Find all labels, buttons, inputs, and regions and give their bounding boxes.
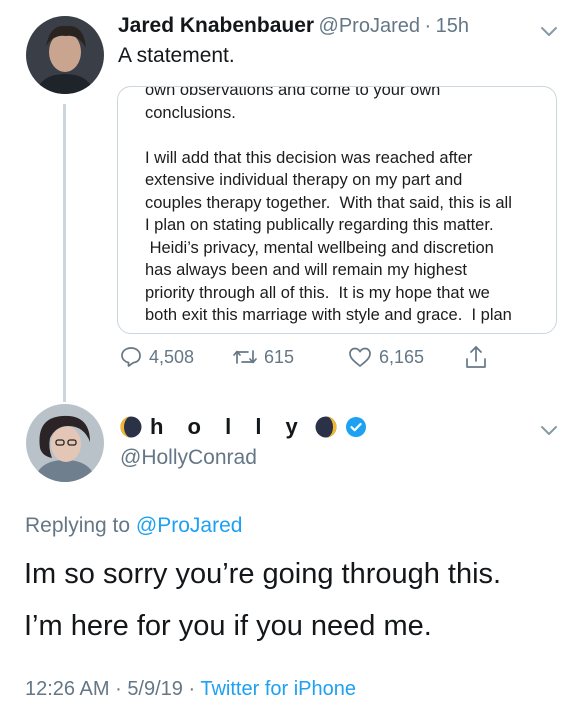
moon-emoji-icon: [315, 416, 337, 438]
tweet-text: A statement.: [118, 44, 235, 67]
replying-handle-link[interactable]: @ProJared: [136, 514, 243, 537]
retweet-count: 615: [264, 346, 295, 367]
attached-image[interactable]: own observations and come to your own co…: [117, 86, 557, 334]
retweet-button[interactable]: 615: [232, 345, 294, 369]
tweet-date[interactable]: 5/9/19: [127, 678, 183, 700]
like-count: 6,165: [379, 346, 425, 367]
share-button[interactable]: [463, 344, 489, 370]
holly-display-name[interactable]: h o l l y: [120, 414, 367, 440]
reply-count: 4,508: [149, 346, 195, 367]
display-name-letters: h o l l y: [150, 414, 307, 439]
meta-separator: ·: [115, 678, 122, 700]
like-icon: [349, 347, 371, 367]
author-name[interactable]: Jared Knabenbauer: [118, 14, 314, 37]
retweet-icon: [233, 350, 257, 364]
jared-header: Jared Knabenbauer @ProJared · 15h: [118, 14, 469, 38]
thread-line: [63, 104, 66, 402]
reply-button[interactable]: 4,508: [119, 345, 194, 369]
holly-handle[interactable]: @HollyConrad: [120, 446, 257, 470]
chevron-down-icon[interactable]: [538, 419, 560, 441]
tweet-metadata: 12:26 AM · 5/9/19 · Twitter for iPhone: [25, 678, 356, 701]
verified-badge-icon: [345, 417, 366, 437]
like-button[interactable]: 6,165: [347, 345, 424, 369]
tweet-time[interactable]: 12:26 AM: [25, 678, 110, 700]
chevron-down-icon[interactable]: [538, 20, 560, 42]
jared-avatar[interactable]: [26, 16, 104, 94]
statement-image-text: own observations and come to your own co…: [145, 86, 512, 324]
tweet-time[interactable]: 15h: [436, 15, 469, 37]
replying-to: Replying to @ProJared: [25, 514, 242, 538]
reply-text-line1: Im so sorry you’re going through this.: [24, 558, 502, 590]
holly-avatar[interactable]: [26, 404, 104, 482]
meta-separator: ·: [188, 678, 196, 700]
reply-icon: [121, 347, 141, 367]
share-icon: [466, 346, 486, 368]
reply-text-line2: I’m here for you if you need me.: [24, 610, 432, 642]
tweet-source-link[interactable]: Twitter for iPhone: [200, 678, 356, 700]
author-handle[interactable]: @ProJared: [319, 15, 420, 37]
replying-prefix: Replying to: [25, 514, 131, 537]
moon-emoji-icon: [120, 416, 142, 438]
holly-avatar-image: [26, 404, 104, 482]
time-separator: ·: [424, 15, 432, 37]
jared-avatar-image: [26, 16, 104, 94]
